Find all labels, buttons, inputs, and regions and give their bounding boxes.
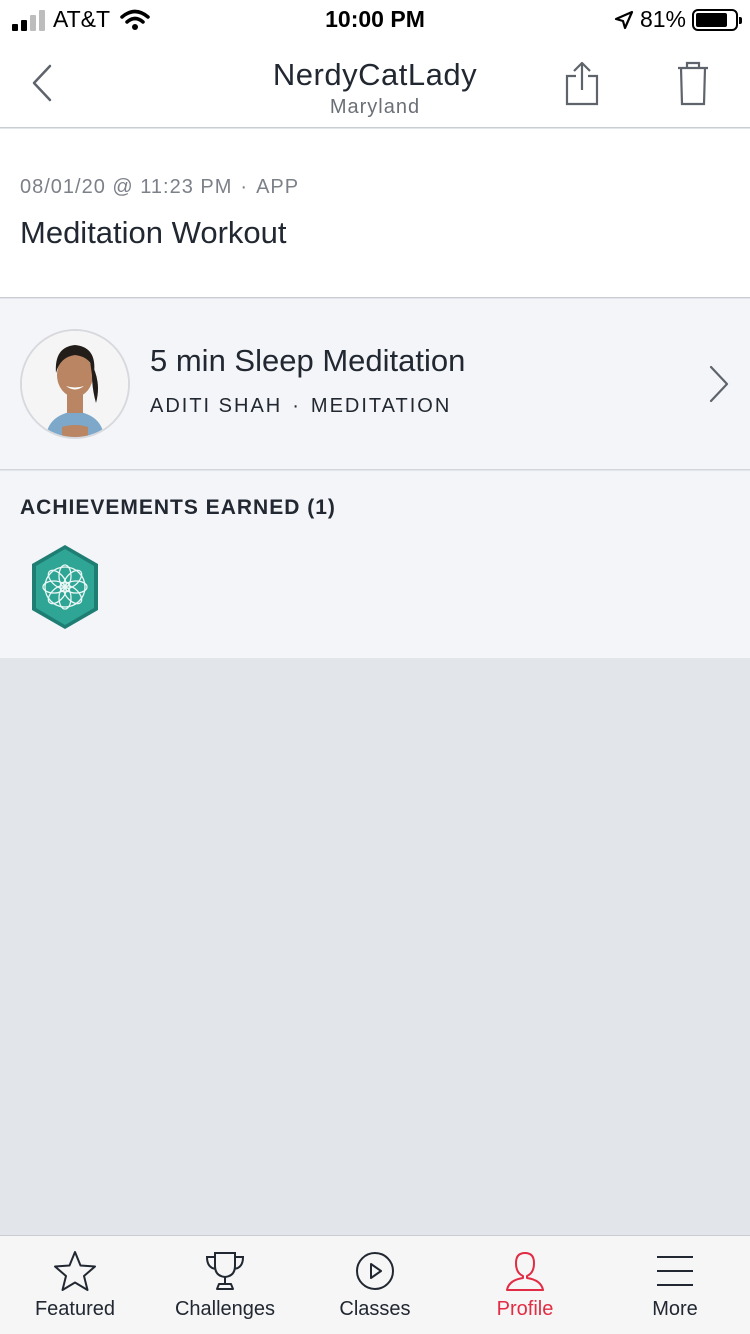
meditation-badge[interactable] — [30, 543, 100, 631]
tab-classes[interactable]: Classes — [300, 1236, 450, 1334]
workout-meta: 08/01/20 @ 11:23 PM · APP — [20, 176, 299, 199]
class-category: MEDITATION — [310, 395, 452, 417]
delete-button[interactable] — [669, 58, 717, 108]
chevron-right-icon — [709, 365, 729, 403]
class-card[interactable]: 5 min Sleep Meditation ADITI SHAH · MEDITA… — [0, 299, 750, 470]
battery-icon — [692, 8, 742, 31]
status-bar: AT&T 10:00 PM 81% — [0, 0, 750, 40]
battery-percent: 81% — [639, 6, 686, 32]
workout-header: 08/01/20 @ 11:23 PM · APP Meditation Worko… — [0, 129, 750, 298]
tab-featured-label: Featured — [34, 1298, 116, 1320]
tab-profile[interactable]: Profile — [450, 1236, 600, 1334]
star-icon — [51, 1249, 99, 1293]
tab-challenges[interactable]: Challenges — [150, 1236, 300, 1334]
class-meta-separator: · — [292, 395, 301, 417]
trash-icon — [678, 61, 708, 106]
achievements-section: ACHIEVEMENTS EARNED (1) — [0, 471, 750, 658]
play-circle-icon — [351, 1249, 399, 1293]
workout-datetime: 08/01/20 @ 11:23 PM — [20, 176, 233, 198]
workout-source: APP — [256, 176, 300, 198]
tab-more-label: More — [652, 1298, 698, 1320]
instructor-avatar — [20, 329, 130, 439]
navigation-bar: NerdyCatLady Maryland — [0, 40, 750, 128]
status-right: 81% — [614, 6, 742, 33]
share-icon — [565, 61, 599, 106]
achievements-title: ACHIEVEMENTS EARNED (1) — [20, 496, 336, 519]
page-title: NerdyCatLady — [272, 57, 478, 92]
tab-challenges-label: Challenges — [174, 1298, 276, 1320]
class-meta: ADITI SHAH · MEDITATION — [150, 395, 451, 418]
tab-classes-label: Classes — [339, 1298, 411, 1320]
profile-icon — [501, 1249, 549, 1293]
share-button[interactable] — [558, 58, 606, 108]
class-chevron — [704, 359, 734, 409]
meta-separator: · — [240, 176, 249, 198]
page-subtitle: Maryland — [329, 96, 421, 118]
workout-title: Meditation Workout — [20, 215, 287, 250]
trophy-icon — [201, 1249, 249, 1293]
tab-featured[interactable]: Featured — [0, 1236, 150, 1334]
battery-fill — [696, 12, 727, 27]
tab-more[interactable]: More — [600, 1236, 750, 1334]
class-title: 5 min Sleep Meditation — [150, 343, 466, 378]
location-arrow-icon — [614, 10, 634, 29]
menu-icon — [651, 1249, 699, 1293]
flower-badge-icon — [32, 545, 98, 629]
tab-profile-label: Profile — [496, 1298, 554, 1320]
tab-bar: Featured Challenges Classes Profile More — [0, 1235, 750, 1334]
instructor-name: ADITI SHAH — [150, 395, 283, 417]
